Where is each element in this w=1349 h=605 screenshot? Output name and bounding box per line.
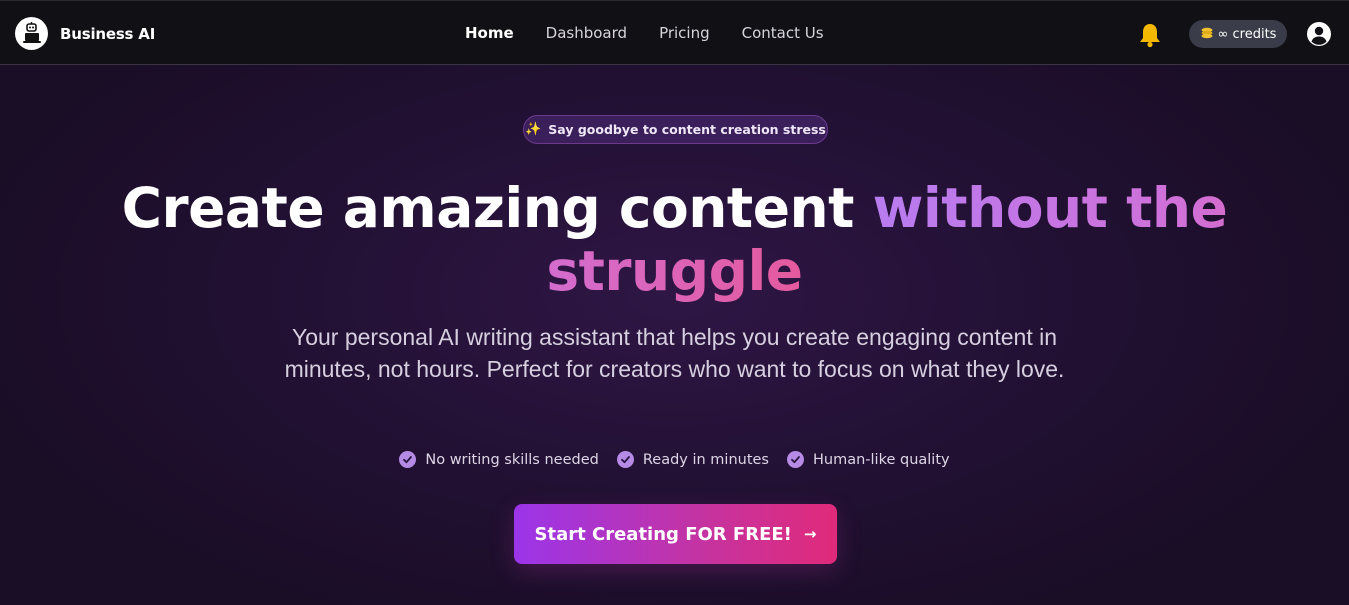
start-creating-button[interactable]: Start Creating FOR FREE! → xyxy=(514,504,837,564)
feature-label: Ready in minutes xyxy=(642,451,769,468)
feature-item: Ready in minutes xyxy=(616,451,769,468)
feature-label: No writing skills needed xyxy=(425,451,599,468)
feature-item: No writing skills needed xyxy=(399,451,599,468)
brand[interactable]: Business AI xyxy=(15,17,155,50)
nav-pricing[interactable]: Pricing xyxy=(659,24,710,42)
brand-name[interactable]: Business AI xyxy=(60,25,155,43)
tagline-text: Say goodbye to content creation stress xyxy=(548,122,826,137)
tagline-badge: ✨ Say goodbye to content creation stress xyxy=(523,115,828,144)
hero-headline: Create amazing content without the strug… xyxy=(100,177,1249,303)
sparkles-icon: ✨ xyxy=(525,122,542,137)
main-nav: Home Dashboard Pricing Contact Us xyxy=(465,24,856,42)
check-circle-icon xyxy=(787,451,804,468)
bell-icon[interactable] xyxy=(1138,22,1162,48)
robot-laptop-icon[interactable] xyxy=(15,17,48,50)
arrow-right-icon: → xyxy=(803,525,817,543)
nav-dashboard[interactable]: Dashboard xyxy=(546,24,627,42)
nav-contact-us[interactable]: Contact Us xyxy=(742,24,824,42)
credits-label: ∞ credits xyxy=(1217,26,1277,42)
feature-item: Human-like quality xyxy=(787,451,950,468)
top-navbar: Business AI Home Dashboard Pricing Conta… xyxy=(0,0,1349,65)
nav-home[interactable]: Home xyxy=(465,24,514,42)
headline-main: Create amazing content xyxy=(121,176,873,240)
user-circle-icon[interactable] xyxy=(1306,21,1332,47)
feature-label: Human-like quality xyxy=(813,451,950,468)
feature-list: No writing skills needed Ready in minute… xyxy=(0,451,1349,468)
check-circle-icon xyxy=(399,451,417,468)
hero-subtext: Your personal AI writing assistant that … xyxy=(284,324,1065,382)
check-circle-icon xyxy=(616,451,634,468)
hero-section: ✨ Say goodbye to content creation stress… xyxy=(0,65,1349,605)
cta-label: Start Creating FOR FREE! xyxy=(534,523,792,545)
coins-icon xyxy=(1200,26,1214,43)
credits-badge[interactable]: ∞ credits xyxy=(1189,20,1287,48)
